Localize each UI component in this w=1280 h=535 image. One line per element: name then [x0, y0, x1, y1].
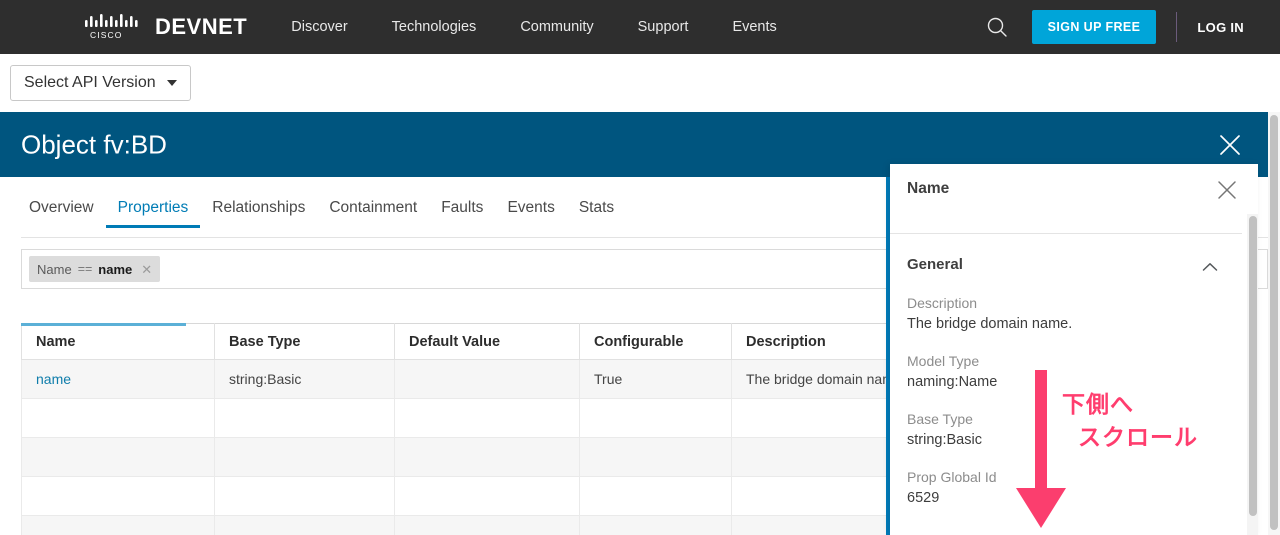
- svg-text:CISCO: CISCO: [90, 30, 122, 40]
- cell-name: [21, 437, 215, 477]
- cell-configurable: [579, 398, 732, 438]
- tab-stats[interactable]: Stats: [567, 199, 626, 228]
- cell-name: [21, 398, 215, 438]
- field-prop-global-id: Prop Global Id 6529: [907, 469, 1217, 506]
- property-detail-panel: Name General Description The bridge doma…: [890, 164, 1258, 535]
- close-icon[interactable]: [1218, 133, 1242, 157]
- cell-name: [21, 476, 215, 516]
- section-title-general: General: [907, 256, 963, 273]
- api-version-bar: Select API Version: [0, 54, 1280, 112]
- field-value-model-type: naming:Name: [907, 374, 998, 390]
- field-description: Description The bridge domain name.: [907, 295, 1217, 332]
- nav-link-support[interactable]: Support: [638, 19, 689, 35]
- column-header-base-type[interactable]: Base Type: [214, 323, 395, 360]
- field-model-type: Model Type naming:Name: [907, 353, 1217, 390]
- log-in-link[interactable]: LOG IN: [1197, 20, 1244, 35]
- caret-down-icon: [166, 80, 177, 86]
- panel-body: General Description The bridge domain na…: [890, 234, 1258, 535]
- field-value-description: The bridge domain name.: [907, 316, 1073, 332]
- tab-containment[interactable]: Containment: [317, 199, 429, 228]
- cell-base-type: [214, 476, 395, 516]
- cell-configurable: True: [579, 359, 732, 399]
- page-title: Object fv:BD: [21, 129, 167, 159]
- panel-header: Name: [890, 164, 1258, 220]
- panel-scrollbar-thumb[interactable]: [1249, 216, 1257, 516]
- nav-link-community[interactable]: Community: [520, 19, 593, 35]
- cell-base-type: [214, 398, 395, 438]
- cisco-logo-icon: CISCO: [85, 14, 138, 40]
- chevron-up-icon[interactable]: [1202, 259, 1218, 271]
- nav-actions: SIGN UP FREE LOG IN: [984, 0, 1280, 54]
- page-scrollbar-thumb[interactable]: [1270, 115, 1278, 530]
- field-value-prop-global-id: 6529: [907, 490, 940, 506]
- column-header-name[interactable]: Name: [21, 323, 215, 360]
- tab-relationships[interactable]: Relationships: [200, 199, 317, 228]
- field-label-description: Description: [907, 295, 978, 311]
- sign-up-free-button[interactable]: SIGN UP FREE: [1031, 10, 1157, 44]
- tab-faults[interactable]: Faults: [429, 199, 495, 228]
- cell-default-value: [394, 476, 580, 516]
- tab-overview[interactable]: Overview: [17, 199, 106, 228]
- api-version-label: Select API Version: [24, 74, 156, 91]
- nav-link-technologies[interactable]: Technologies: [392, 19, 477, 35]
- cell-name: name: [21, 359, 215, 399]
- cell-base-type: [214, 515, 395, 535]
- field-label-model-type: Model Type: [907, 353, 980, 369]
- property-link-name[interactable]: name: [36, 371, 71, 387]
- field-value-base-type: string:Basic: [907, 432, 982, 448]
- tab-events[interactable]: Events: [495, 199, 566, 228]
- panel-section-general: General Description The bridge domain na…: [907, 256, 1218, 506]
- cell-base-type: string:Basic: [214, 359, 395, 399]
- close-small-icon[interactable]: ✕: [141, 263, 152, 276]
- cell-default-value: [394, 515, 580, 535]
- cell-configurable: [579, 515, 732, 535]
- devnet-wordmark: DEVNET: [155, 14, 248, 39]
- nav-divider: [1176, 12, 1178, 42]
- nav-link-events[interactable]: Events: [732, 19, 776, 35]
- filter-chip-name[interactable]: Name == name ✕: [29, 256, 161, 282]
- column-header-configurable[interactable]: Configurable: [579, 323, 732, 360]
- select-api-version-dropdown[interactable]: Select API Version: [10, 65, 191, 101]
- cell-default-value: [394, 437, 580, 477]
- filter-chip-value: name: [98, 261, 133, 277]
- cell-base-type: [214, 437, 395, 477]
- cell-default-value: [394, 398, 580, 438]
- table-active-column-indicator: [21, 323, 186, 326]
- cell-name: [21, 515, 215, 535]
- tab-properties[interactable]: Properties: [105, 199, 201, 228]
- panel-title: Name: [907, 180, 950, 197]
- page-scrollbar[interactable]: [1268, 112, 1280, 535]
- field-base-type: Base Type string:Basic: [907, 411, 1217, 448]
- nav-link-discover[interactable]: Discover: [291, 19, 347, 35]
- filter-chip-operator: ==: [77, 262, 93, 276]
- top-navigation-bar: CISCO DEVNET Discover Technologies Commu…: [0, 0, 1280, 54]
- devnet-brand[interactable]: CISCO DEVNET: [84, 14, 247, 40]
- panel-scrollbar[interactable]: [1247, 214, 1258, 535]
- field-label-prop-global-id: Prop Global Id: [907, 469, 997, 485]
- cell-configurable: [579, 437, 732, 477]
- column-header-default-value[interactable]: Default Value: [394, 323, 580, 360]
- search-icon[interactable]: [984, 14, 1010, 40]
- filter-chip-key: Name: [37, 261, 72, 277]
- close-icon[interactable]: [1216, 179, 1238, 201]
- field-label-base-type: Base Type: [907, 411, 973, 427]
- cell-default-value: [394, 359, 580, 399]
- cell-configurable: [579, 476, 732, 516]
- primary-nav-links: Discover Technologies Community Support …: [291, 19, 821, 35]
